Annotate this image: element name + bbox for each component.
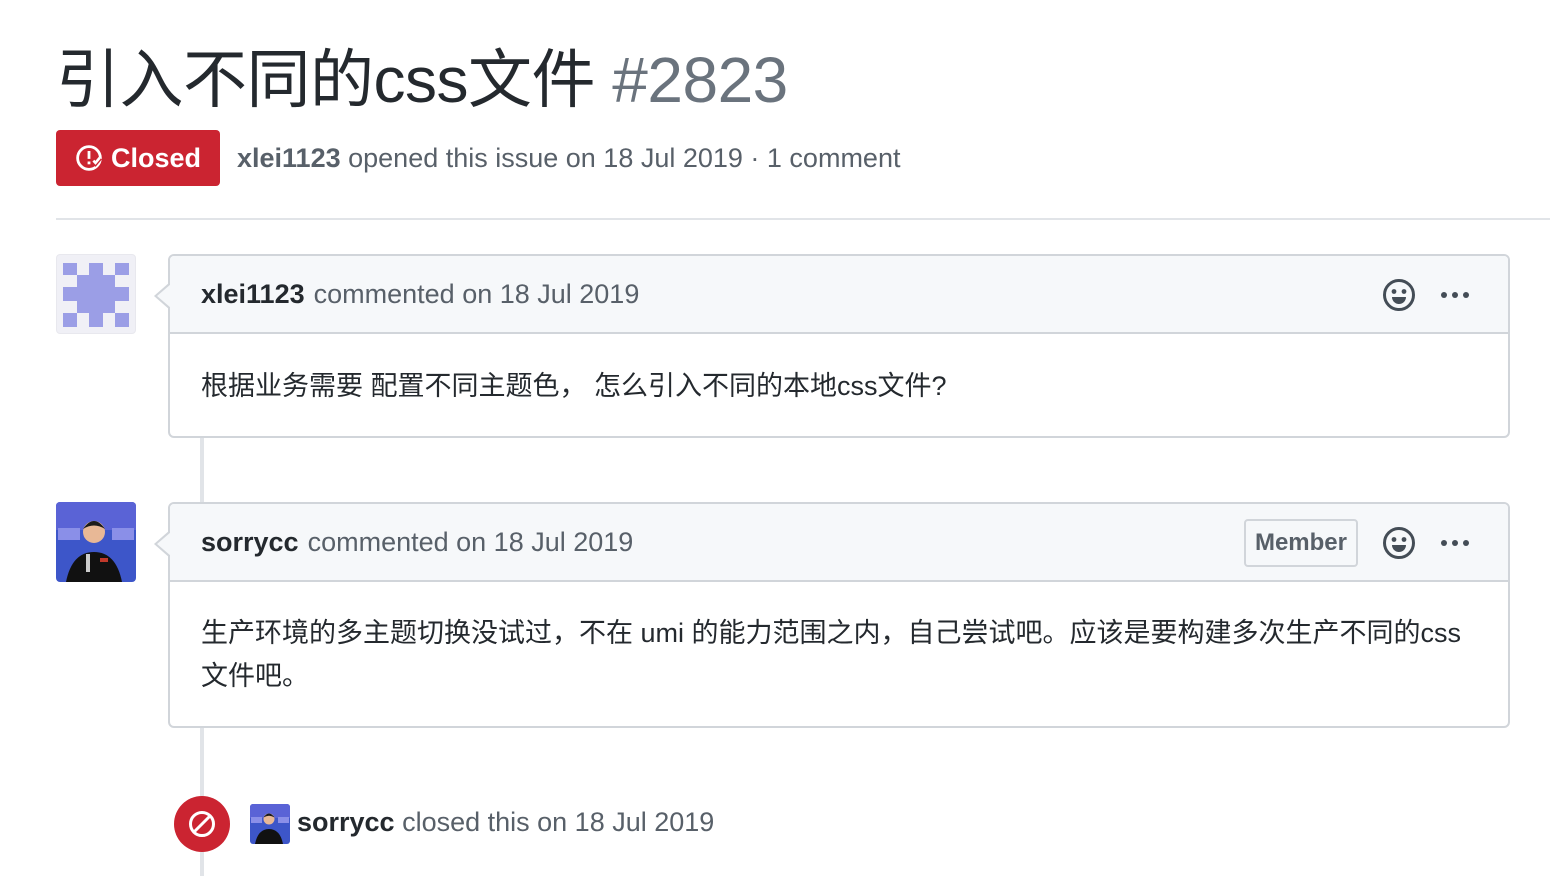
issue-closed-icon <box>76 145 102 171</box>
avatar[interactable] <box>250 804 290 844</box>
header-divider <box>56 218 1550 220</box>
issue-title-text: 引入不同的css文件 <box>56 44 596 116</box>
issue-number: #2823 <box>612 44 788 116</box>
comment-actions <box>1382 256 1472 334</box>
issue-state-badge: Closed <box>56 130 220 186</box>
comment-author-link[interactable]: xlei1123 <box>201 279 305 310</box>
user-photo-avatar-icon <box>56 502 136 582</box>
comment-timestamp[interactable]: commented on 18 Jul 2019 <box>314 279 640 310</box>
smiley-icon <box>1383 527 1415 559</box>
add-reaction-button[interactable] <box>1382 278 1416 312</box>
identicon-avatar-icon <box>63 263 129 327</box>
comment-header: sorrycc commented on 18 Jul 2019 Member <box>154 504 1508 582</box>
closed-event-badge <box>174 796 230 852</box>
timeline-comment: sorrycc commented on 18 Jul 2019 Member <box>154 502 1510 728</box>
comment-actions: Member <box>1243 504 1472 582</box>
comment-timestamp[interactable]: commented on 18 Jul 2019 <box>308 527 634 558</box>
comment-author-link[interactable]: sorrycc <box>201 527 299 558</box>
timeline-comment: xlei1123 commented on 18 Jul 2019 根据业务需要… <box>154 254 1510 438</box>
event-description: closed this on 18 Jul 2019 <box>394 807 715 837</box>
avatar[interactable] <box>56 254 136 334</box>
kebab-horizontal-icon <box>1441 292 1469 298</box>
comment-options-button[interactable] <box>1438 278 1472 312</box>
comment-body: 根据业务需要 配置不同主题色， 怎么引入不同的本地css文件? <box>201 371 947 401</box>
comment-options-button[interactable] <box>1438 526 1472 560</box>
smiley-icon <box>1383 279 1415 311</box>
issue-meta-text: opened this issue on 18 Jul 2019 · 1 com… <box>340 143 901 173</box>
avatar[interactable] <box>56 502 136 582</box>
issue-author-link[interactable]: xlei1123 <box>237 143 341 173</box>
issue-state-label: Closed <box>110 142 202 173</box>
comment-header: xlei1123 commented on 18 Jul 2019 <box>154 256 1508 334</box>
user-photo-avatar-icon <box>250 804 290 844</box>
add-reaction-button[interactable] <box>1382 526 1416 560</box>
comment-body: 生产环境的多主题切换没试过，不在 umi 的能力范围之内，自己尝试吧。应该是要构… <box>201 618 1462 691</box>
member-badge: Member <box>1243 519 1358 567</box>
issue-page: 引入不同的css文件 #2823 Closed xlei1123 opened … <box>0 0 1550 876</box>
event-actor-link[interactable]: sorrycc <box>297 807 395 837</box>
issue-title: 引入不同的css文件 #2823 <box>56 40 788 120</box>
closed-event-text: sorrycc closed this on 18 Jul 2019 <box>297 802 714 842</box>
kebab-horizontal-icon <box>1441 540 1469 546</box>
circle-slash-icon <box>189 811 215 837</box>
issue-meta: xlei1123 opened this issue on 18 Jul 201… <box>237 138 900 178</box>
